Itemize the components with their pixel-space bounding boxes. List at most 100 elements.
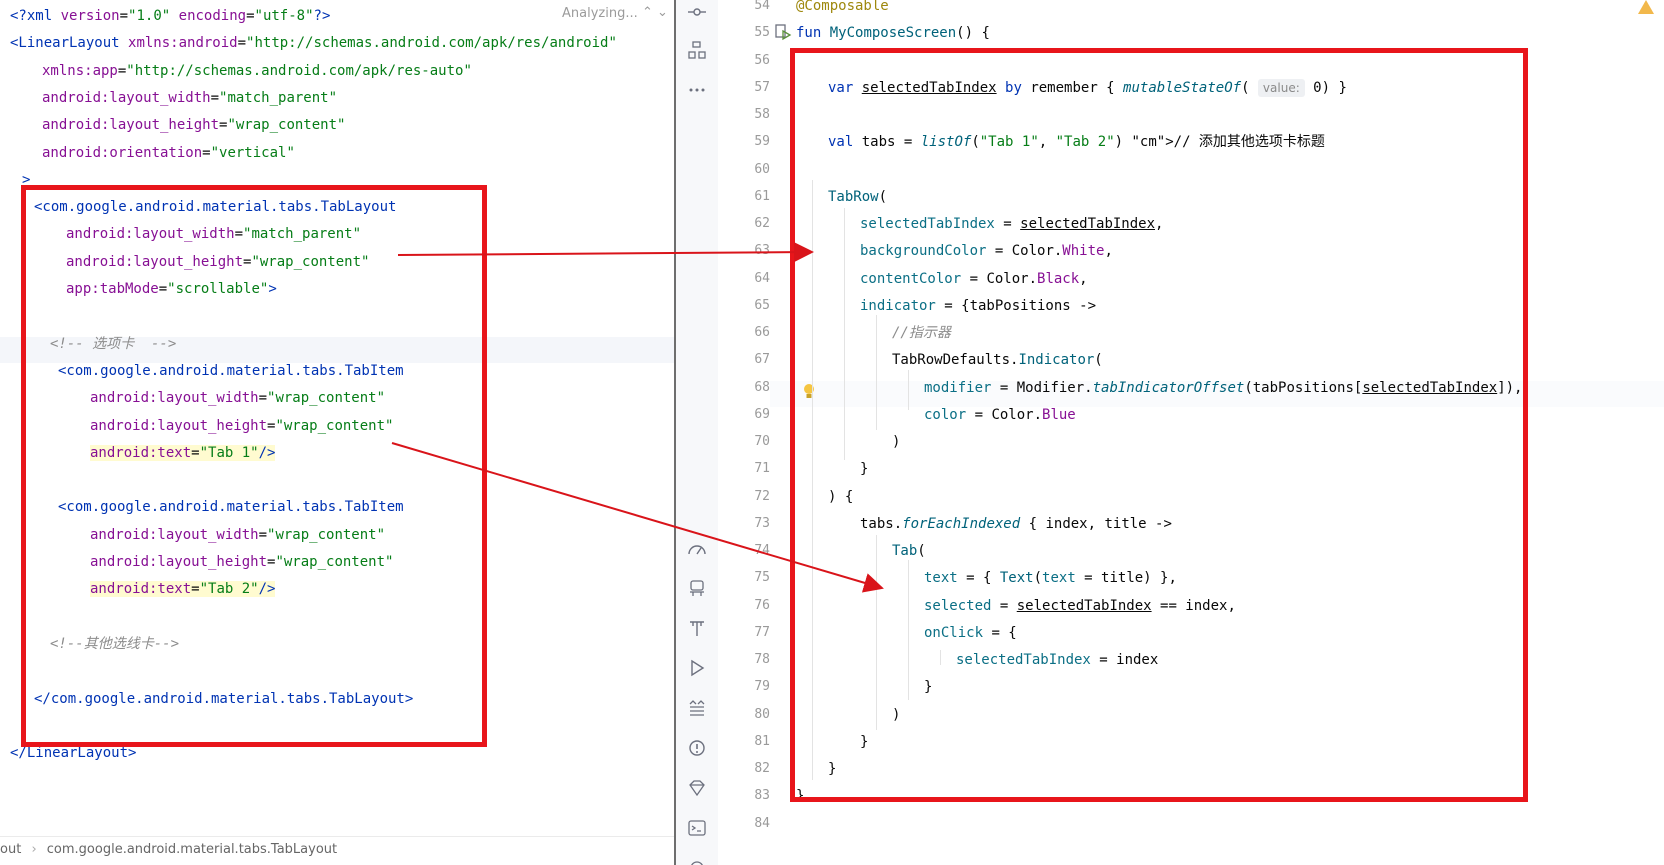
code-line[interactable]: backgroundColor = Color.White,: [860, 237, 1113, 265]
line-number: 57: [754, 79, 770, 95]
code-line[interactable]: <LinearLayout xmlns:android="http://sche…: [10, 29, 617, 57]
code-line[interactable]: android:text="Tab 1"/>: [90, 439, 276, 467]
line-number: 59: [754, 134, 770, 150]
breadcrumb: out › com.google.android.material.tabs.T…: [0, 836, 674, 865]
code-line[interactable]: }: [860, 455, 868, 483]
code-line[interactable]: android:layout_width="match_parent": [42, 84, 337, 112]
indent-guide: [940, 650, 941, 665]
code-line[interactable]: ) {: [828, 483, 853, 511]
device-manager-icon[interactable]: [687, 578, 707, 598]
terminal-icon[interactable]: [687, 818, 707, 838]
code-line[interactable]: android:layout_width="wrap_content": [90, 384, 385, 412]
line-number: 79: [754, 679, 770, 695]
warning-icon[interactable]: [1638, 0, 1654, 14]
code-line[interactable]: fun MyComposeScreen() {: [796, 19, 990, 47]
breadcrumb-item[interactable]: out: [0, 842, 21, 857]
chevron-up-icon[interactable]: ⌃ ⌄: [642, 5, 668, 20]
code-line[interactable]: text = { Text(text = title) },: [924, 564, 1177, 592]
code-line[interactable]: //指示器: [892, 319, 951, 347]
lightbulb-icon[interactable]: [802, 383, 816, 401]
code-line[interactable]: @Composable: [796, 0, 889, 20]
kotlin-editor[interactable]: 54 55 56 57 58 59 60 61 62 63 64 65 66 67 68 69 70 71 72 73…: [674, 0, 1664, 865]
analyzing-status: Analyzing...: [562, 6, 638, 21]
code-line[interactable]: </LinearLayout>: [10, 739, 136, 767]
line-number: 73: [754, 515, 770, 531]
line-number: 70: [754, 434, 770, 449]
code-line[interactable]: android:layout_height="wrap_content": [66, 248, 369, 276]
line-number: 68: [754, 379, 770, 395]
line-number: 76: [754, 597, 770, 613]
code-line[interactable]: }: [796, 782, 804, 810]
code-line[interactable]: ): [892, 428, 900, 456]
line-number: 67: [754, 352, 770, 368]
line-number: 75: [754, 570, 770, 586]
code-line[interactable]: >: [22, 166, 30, 194]
code-line[interactable]: var selectedTabIndex by remember { mutab…: [828, 74, 1347, 102]
code-line[interactable]: selected = selectedTabIndex == index,: [924, 592, 1236, 620]
line-number: 69: [754, 406, 770, 422]
problems-icon[interactable]: [687, 738, 707, 758]
code-line[interactable]: selectedTabIndex = index: [956, 646, 1158, 674]
line-number: 80: [754, 706, 770, 722]
code-line[interactable]: <?xml version="1.0" encoding="utf-8"?>: [10, 2, 330, 30]
build-icon[interactable]: [687, 618, 707, 638]
code-line[interactable]: <com.google.android.material.tabs.TabIte…: [58, 357, 404, 385]
services-icon[interactable]: [687, 858, 707, 865]
line-number: 84: [754, 815, 770, 831]
line-number: 62: [754, 216, 770, 231]
code-line[interactable]: color = Color.Blue: [924, 401, 1076, 429]
line-number: 66: [754, 325, 770, 340]
code-line[interactable]: }: [924, 673, 932, 701]
xml-editor[interactable]: Analyzing... ⌃ ⌄ <?xml version="1.0" enc…: [0, 0, 674, 865]
code-line[interactable]: xmlns:app="http://schemas.android.com/ap…: [42, 57, 472, 85]
line-number: 77: [754, 624, 770, 640]
indent-guide: [876, 315, 877, 430]
line-number: 74: [754, 543, 770, 558]
code-line[interactable]: android:layout_height="wrap_content": [42, 111, 345, 139]
code-line[interactable]: contentColor = Color.Black,: [860, 265, 1088, 293]
run-gutter-icon[interactable]: [774, 23, 792, 41]
code-line[interactable]: android:text="Tab 2"/>: [90, 575, 276, 603]
code-line[interactable]: onClick = {: [924, 619, 1017, 647]
run-icon[interactable]: [687, 658, 707, 678]
code-line[interactable]: app:tabMode="scrollable">: [66, 275, 277, 303]
more-icon[interactable]: [687, 80, 707, 100]
code-line[interactable]: <com.google.android.material.tabs.TabLay…: [34, 193, 396, 221]
code-line[interactable]: indicator = {tabPositions ->: [860, 292, 1096, 320]
code-line[interactable]: }: [860, 728, 868, 756]
structure-icon[interactable]: [687, 40, 707, 60]
code-line[interactable]: selectedTabIndex = selectedTabIndex,: [860, 210, 1163, 238]
code-line[interactable]: TabRowDefaults.Indicator(: [892, 346, 1103, 374]
code-line[interactable]: android:layout_height="wrap_content": [90, 412, 393, 440]
line-number: 64: [754, 270, 770, 286]
indent-guide: [844, 208, 845, 460]
commit-icon[interactable]: [687, 2, 707, 22]
line-number: 72: [754, 488, 770, 504]
chevron-right-icon: ›: [31, 842, 37, 857]
code-line[interactable]: ): [892, 701, 900, 729]
line-number: 81: [754, 733, 770, 749]
code-line[interactable]: <!--其他选线卡-->: [50, 630, 179, 658]
tool-window-strip: [676, 0, 718, 865]
gradle-icon[interactable]: [687, 778, 707, 798]
code-line[interactable]: android:layout_width="wrap_content": [90, 521, 385, 549]
code-line[interactable]: TabRow(: [828, 183, 887, 211]
code-line[interactable]: val tabs = listOf("Tab 1", "Tab 2") "cm"…: [828, 128, 1325, 156]
code-line[interactable]: android:layout_height="wrap_content": [90, 548, 393, 576]
code-line[interactable]: }: [828, 755, 836, 783]
code-line[interactable]: android:layout_width="match_parent": [66, 220, 361, 248]
line-number: 78: [754, 652, 770, 667]
code-line[interactable]: tabs.forEachIndexed { index, title ->: [860, 510, 1172, 538]
code-line[interactable]: <com.google.android.material.tabs.TabIte…: [58, 493, 404, 521]
code-line[interactable]: modifier = Modifier.tabIndicatorOffset(t…: [924, 374, 1522, 402]
logcat-icon[interactable]: [687, 698, 707, 718]
code-line[interactable]: <!-- 选项卡 -->: [50, 330, 176, 358]
indent-guide: [908, 560, 909, 700]
code-line[interactable]: </com.google.android.material.tabs.TabLa…: [34, 685, 413, 713]
breadcrumb-item[interactable]: com.google.android.material.tabs.TabLayo…: [47, 842, 337, 857]
profiler-icon[interactable]: [687, 540, 707, 560]
indent-guide: [876, 535, 877, 730]
line-number: 60: [754, 161, 770, 177]
line-number: 61: [754, 188, 770, 204]
code-line[interactable]: android:orientation="vertical": [42, 139, 295, 167]
